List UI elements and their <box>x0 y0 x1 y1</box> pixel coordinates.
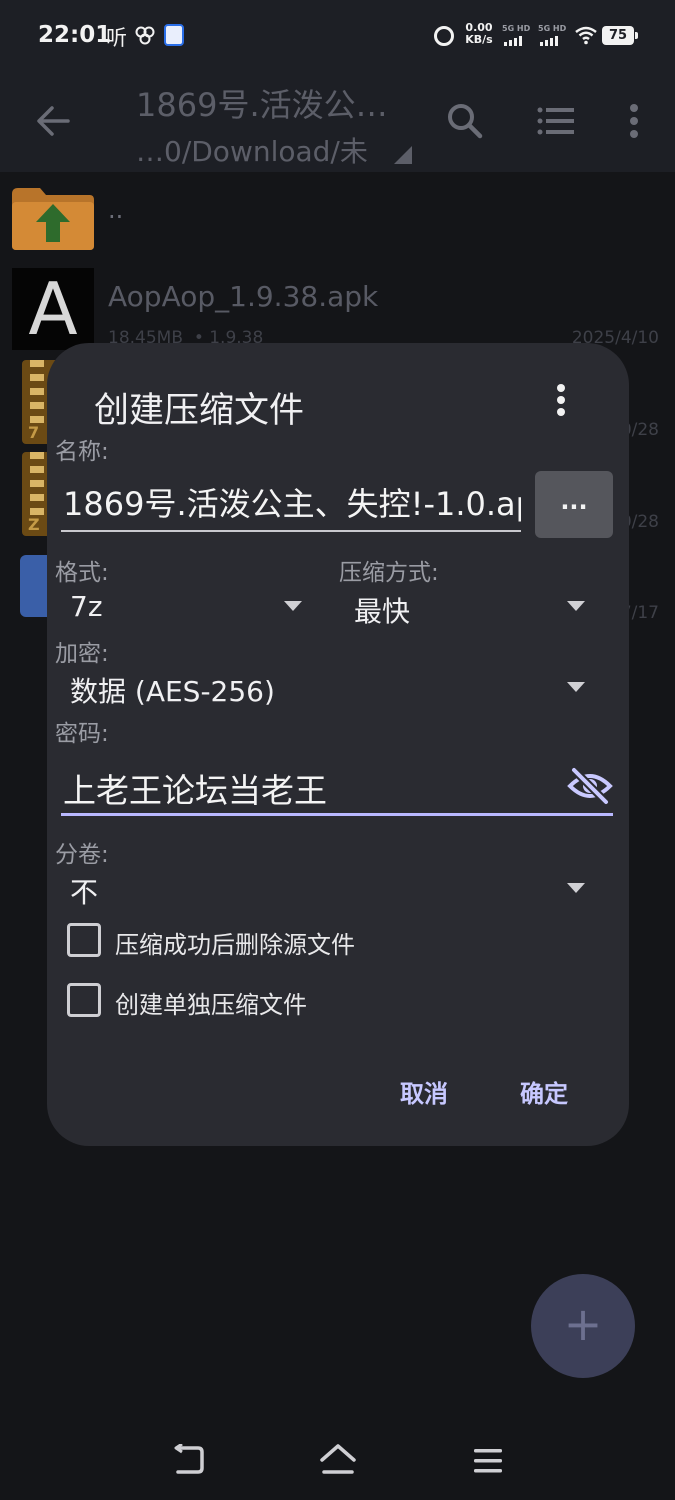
nav-recent-icon[interactable] <box>472 1446 504 1476</box>
create-archive-dialog <box>47 343 629 1146</box>
cancel-button[interactable]: 取消 <box>400 1074 448 1109</box>
search-icon[interactable] <box>440 96 490 146</box>
more-vert-icon[interactable] <box>614 96 654 146</box>
file-name[interactable]: AopAop_1.9.38.apk <box>108 280 378 313</box>
compression-method-select[interactable]: 最快 <box>354 590 410 630</box>
name-label: 名称: <box>55 439 109 465</box>
sim1-signal-icon: 5G HD <box>502 24 530 46</box>
ting-app-icon: 听 <box>106 26 127 50</box>
app-bar-path[interactable]: …0/Download/未 <box>136 130 368 170</box>
method-dropdown-icon[interactable] <box>567 601 585 611</box>
encryption-label: 加密: <box>55 641 109 667</box>
battery-tip <box>635 32 638 39</box>
dialog-title: 创建压缩文件 <box>94 391 305 431</box>
app-notification-icon <box>164 24 184 46</box>
nav-back-icon[interactable] <box>170 1444 206 1476</box>
add-fab-button[interactable]: + <box>531 1274 635 1378</box>
wifi-icon <box>575 26 597 45</box>
password-label: 密码: <box>55 721 109 747</box>
encryption-dropdown-icon[interactable] <box>567 682 585 692</box>
separate-archives-checkbox[interactable] <box>67 983 101 1017</box>
delete-source-label[interactable]: 压缩成功后删除源文件 <box>115 925 355 960</box>
battery-icon: 75 <box>602 26 634 45</box>
alarm-icon <box>434 26 454 46</box>
ok-button[interactable]: 确定 <box>520 1074 568 1109</box>
archive-name-input[interactable]: 1869号.活泼公主、失控!-1.0.apk <box>61 476 521 532</box>
format-label: 格式: <box>55 560 109 586</box>
list-view-icon[interactable] <box>532 96 578 146</box>
separate-archives-label[interactable]: 创建单独压缩文件 <box>115 985 307 1020</box>
path-dropdown-icon[interactable] <box>394 146 412 164</box>
baidu-netdisk-icon <box>135 26 155 45</box>
sim2-signal-icon: 5G HD <box>538 24 566 46</box>
password-value[interactable]: 上老王论坛当老王 <box>63 764 327 812</box>
encryption-select[interactable]: 数据 (AES-256) <box>70 670 275 710</box>
apk-file-icon: A <box>12 268 94 350</box>
split-dropdown-icon[interactable] <box>567 883 585 893</box>
delete-source-checkbox[interactable] <box>67 923 101 957</box>
nav-home-icon[interactable] <box>318 1442 358 1476</box>
back-arrow-icon[interactable] <box>28 96 78 146</box>
split-select[interactable]: 不 <box>70 871 98 911</box>
compression-method-label: 压缩方式: <box>339 560 439 586</box>
eye-off-icon[interactable] <box>566 766 614 806</box>
browse-button[interactable]: ... <box>535 471 613 538</box>
folder-up-icon[interactable] <box>10 186 96 252</box>
app-bar-title: 1869号.活泼公… <box>136 86 388 124</box>
format-select[interactable]: 7z <box>70 590 103 623</box>
split-label: 分卷: <box>55 842 109 868</box>
format-dropdown-icon[interactable] <box>284 601 302 611</box>
parent-directory-label[interactable]: .. <box>108 196 123 224</box>
status-time: 22:01 <box>38 22 112 48</box>
dialog-more-icon[interactable] <box>548 382 574 418</box>
network-speed: 0.00 KB/s <box>465 21 493 46</box>
